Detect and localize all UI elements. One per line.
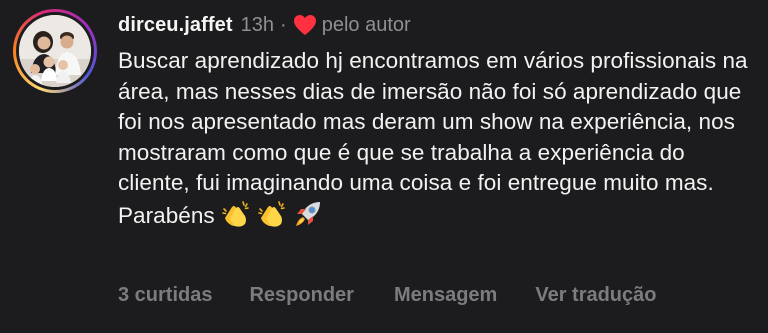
clapping-hands-icon bbox=[221, 201, 249, 227]
comment-header: dirceu.jaffet 13h · pelo autor bbox=[118, 12, 411, 38]
family-photo-icon bbox=[19, 15, 91, 87]
rocket-icon bbox=[295, 201, 320, 226]
comment: dirceu.jaffet 13h · pelo autor Buscar ap… bbox=[0, 0, 768, 333]
emoji-group bbox=[221, 199, 329, 229]
see-translation-button[interactable]: Ver tradução bbox=[535, 284, 656, 307]
liked-by-author-label: pelo autor bbox=[321, 13, 411, 36]
message-button[interactable]: Mensagem bbox=[394, 284, 497, 307]
likes-count-link[interactable]: 3 curtidas bbox=[118, 284, 212, 307]
heart-icon bbox=[293, 15, 316, 35]
separator-dot: · bbox=[280, 13, 287, 36]
username[interactable]: dirceu.jaffet bbox=[118, 14, 233, 37]
comment-actions: 3 curtidas Responder Mensagem Ver traduç… bbox=[118, 281, 657, 309]
timestamp: 13h bbox=[240, 13, 275, 36]
avatar[interactable] bbox=[19, 15, 91, 87]
reply-button[interactable]: Responder bbox=[249, 284, 353, 307]
comment-body: Buscar aprendizado hj encontramos em vár… bbox=[118, 46, 758, 232]
comment-text: Buscar aprendizado hj encontramos em vár… bbox=[118, 48, 748, 228]
clapping-hands-icon bbox=[257, 201, 285, 227]
avatar-gap bbox=[16, 12, 94, 90]
avatar-story-ring[interactable] bbox=[13, 9, 97, 93]
